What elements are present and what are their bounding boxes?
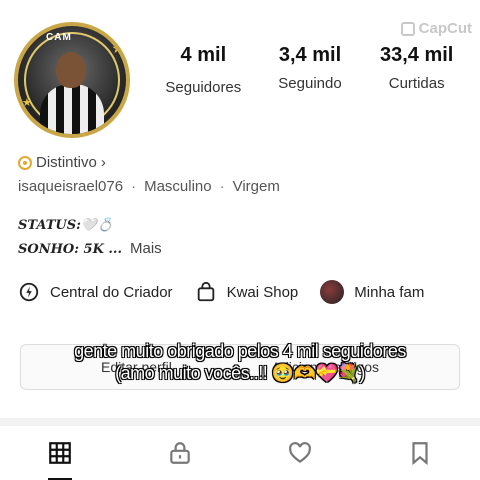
- stat-followers[interactable]: 4 mil Seguidores: [150, 44, 257, 96]
- capcut-watermark: CapCut: [400, 20, 472, 37]
- caption-line-2: (amo muito vocês..!! 🥹🫶💝💐): [115, 363, 365, 383]
- creator-center-icon: [19, 282, 39, 302]
- stat-following[interactable]: 3,4 mil Seguindo: [257, 44, 364, 96]
- gender: Masculino: [144, 178, 212, 195]
- avatar-jersey: [40, 84, 104, 134]
- star-icon: ★: [111, 40, 124, 56]
- shopping-bag-icon: [197, 281, 214, 302]
- stat-value: 33,4 mil: [379, 44, 454, 66]
- more-link[interactable]: Mais: [130, 240, 162, 257]
- tab-posts[interactable]: [30, 426, 90, 480]
- badge-label: Distintivo: [36, 154, 97, 171]
- family-shortcut[interactable]: Minha fam: [320, 280, 424, 304]
- shortcut-label: Central do Criador: [50, 283, 173, 301]
- bookmark-icon: [412, 442, 428, 466]
- avatar-head: [56, 52, 86, 88]
- stat-label: Curtidas: [388, 75, 445, 92]
- stat-label: Seguidores: [165, 79, 242, 96]
- creator-center-shortcut[interactable]: Central do Criador: [18, 281, 173, 303]
- tab-saved[interactable]: [390, 426, 450, 480]
- profile-tabbar: [0, 426, 480, 480]
- shortcut-label: Minha fam: [354, 283, 425, 301]
- stat-value: 3,4 mil: [278, 44, 342, 66]
- bio-dream-line: SONHO: 5K ... Mais: [18, 237, 162, 261]
- profile-avatar[interactable]: CAM ★ ★: [14, 22, 130, 138]
- shortcut-label: Kwai Shop: [226, 283, 299, 301]
- profile-stats: 4 mil Seguidores 3,4 mil Seguindo 33,4 m…: [150, 44, 470, 96]
- watermark-text: CapCut: [418, 20, 472, 37]
- chevron-right-icon: ›: [100, 154, 106, 171]
- heart-icon: [289, 442, 311, 463]
- caption-line-1: gente muito obrigado pelos 4 mil seguido…: [74, 341, 406, 361]
- stat-value: 4 mil: [180, 44, 227, 66]
- zodiac-sign: Virgem: [232, 178, 280, 195]
- bio-dream: SONHO: 5K ...: [18, 242, 122, 257]
- family-avatar: [320, 280, 345, 304]
- grid-icon: [49, 442, 71, 464]
- username: isaqueisrael076: [18, 178, 124, 195]
- meta-separator: ·: [219, 178, 225, 195]
- stat-likes[interactable]: 33,4 mil Curtidas: [363, 44, 470, 96]
- profile-meta: isaqueisrael076 · Masculino · Virgem: [18, 178, 280, 195]
- badge-link[interactable]: Distintivo ›: [18, 154, 106, 171]
- meta-separator: ·: [131, 178, 137, 195]
- section-divider: [0, 418, 480, 426]
- badge-icon: [18, 155, 32, 170]
- capcut-logo-icon: [400, 21, 415, 36]
- lock-icon: [170, 442, 190, 464]
- avatar-tag: CAM: [46, 32, 72, 43]
- star-icon: ★: [22, 97, 32, 109]
- bio-status: STATUS:🤍💍: [18, 218, 114, 233]
- tab-private[interactable]: [150, 426, 210, 480]
- kwai-shop-shortcut[interactable]: Kwai Shop: [195, 281, 299, 303]
- stat-label: Seguindo: [278, 75, 342, 92]
- shortcut-row: Central do Criador Kwai Shop Minha fam: [18, 280, 480, 304]
- video-caption-overlay: gente muito obrigado pelos 4 mil seguido…: [0, 340, 480, 384]
- profile-bio: STATUS:🤍💍 SONHO: 5K ... Mais: [18, 214, 162, 261]
- tab-liked[interactable]: [270, 426, 330, 480]
